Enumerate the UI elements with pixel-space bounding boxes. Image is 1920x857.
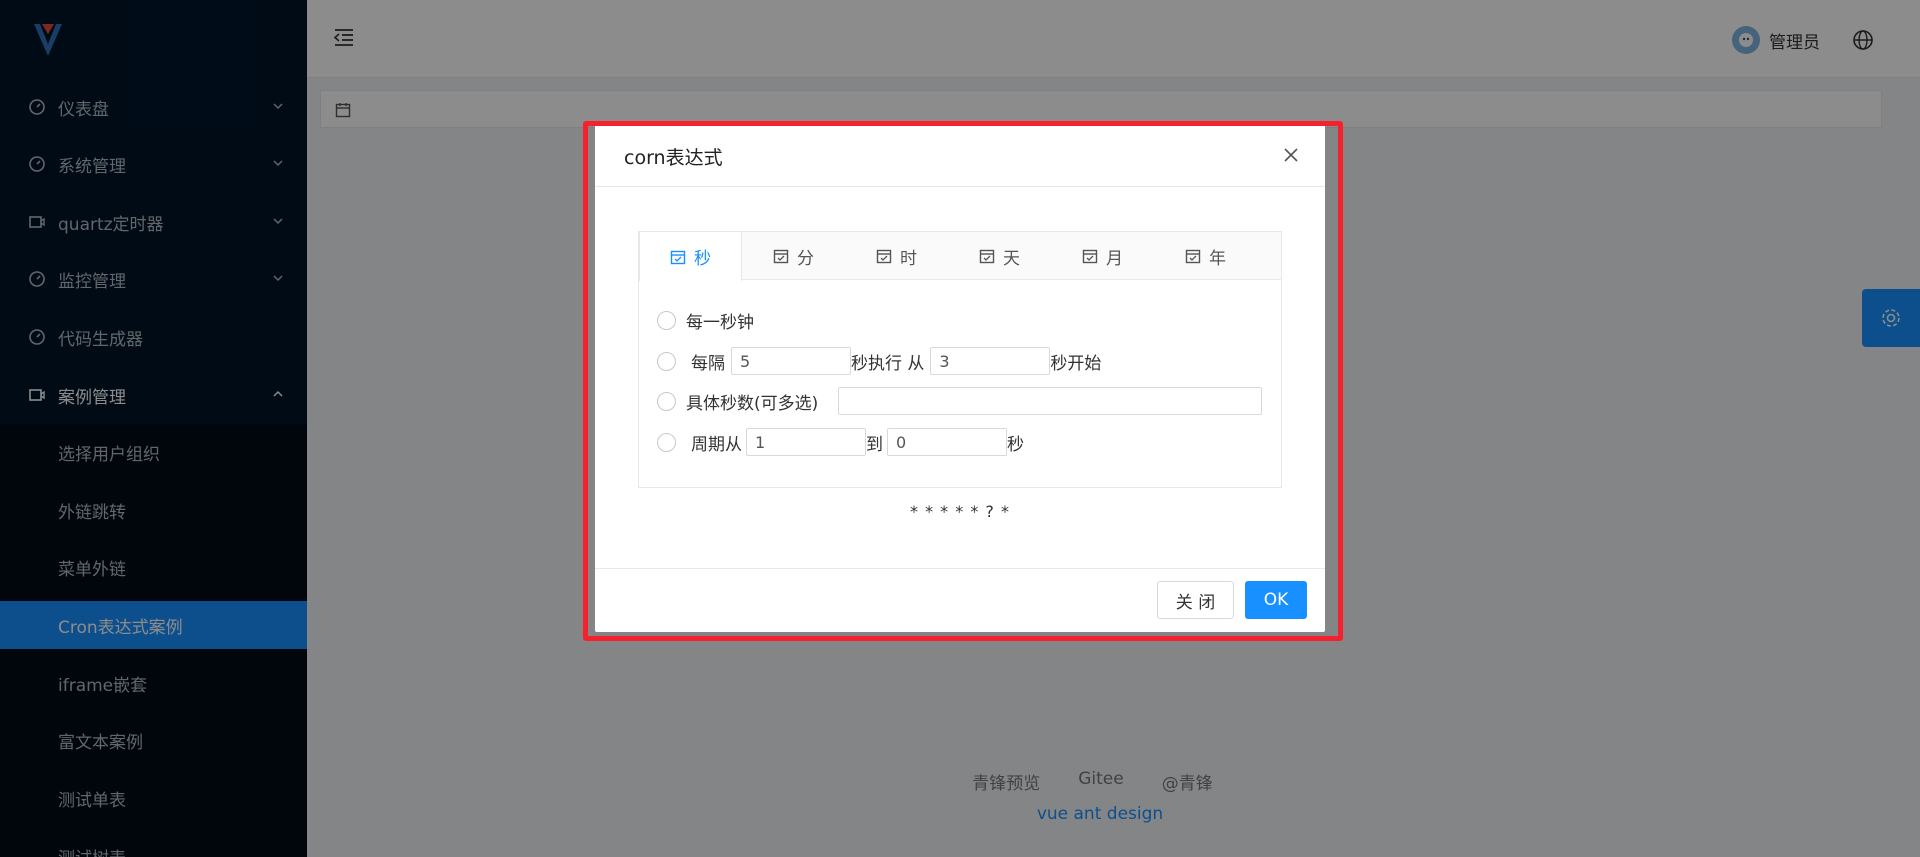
highlight-box bbox=[583, 121, 1343, 641]
